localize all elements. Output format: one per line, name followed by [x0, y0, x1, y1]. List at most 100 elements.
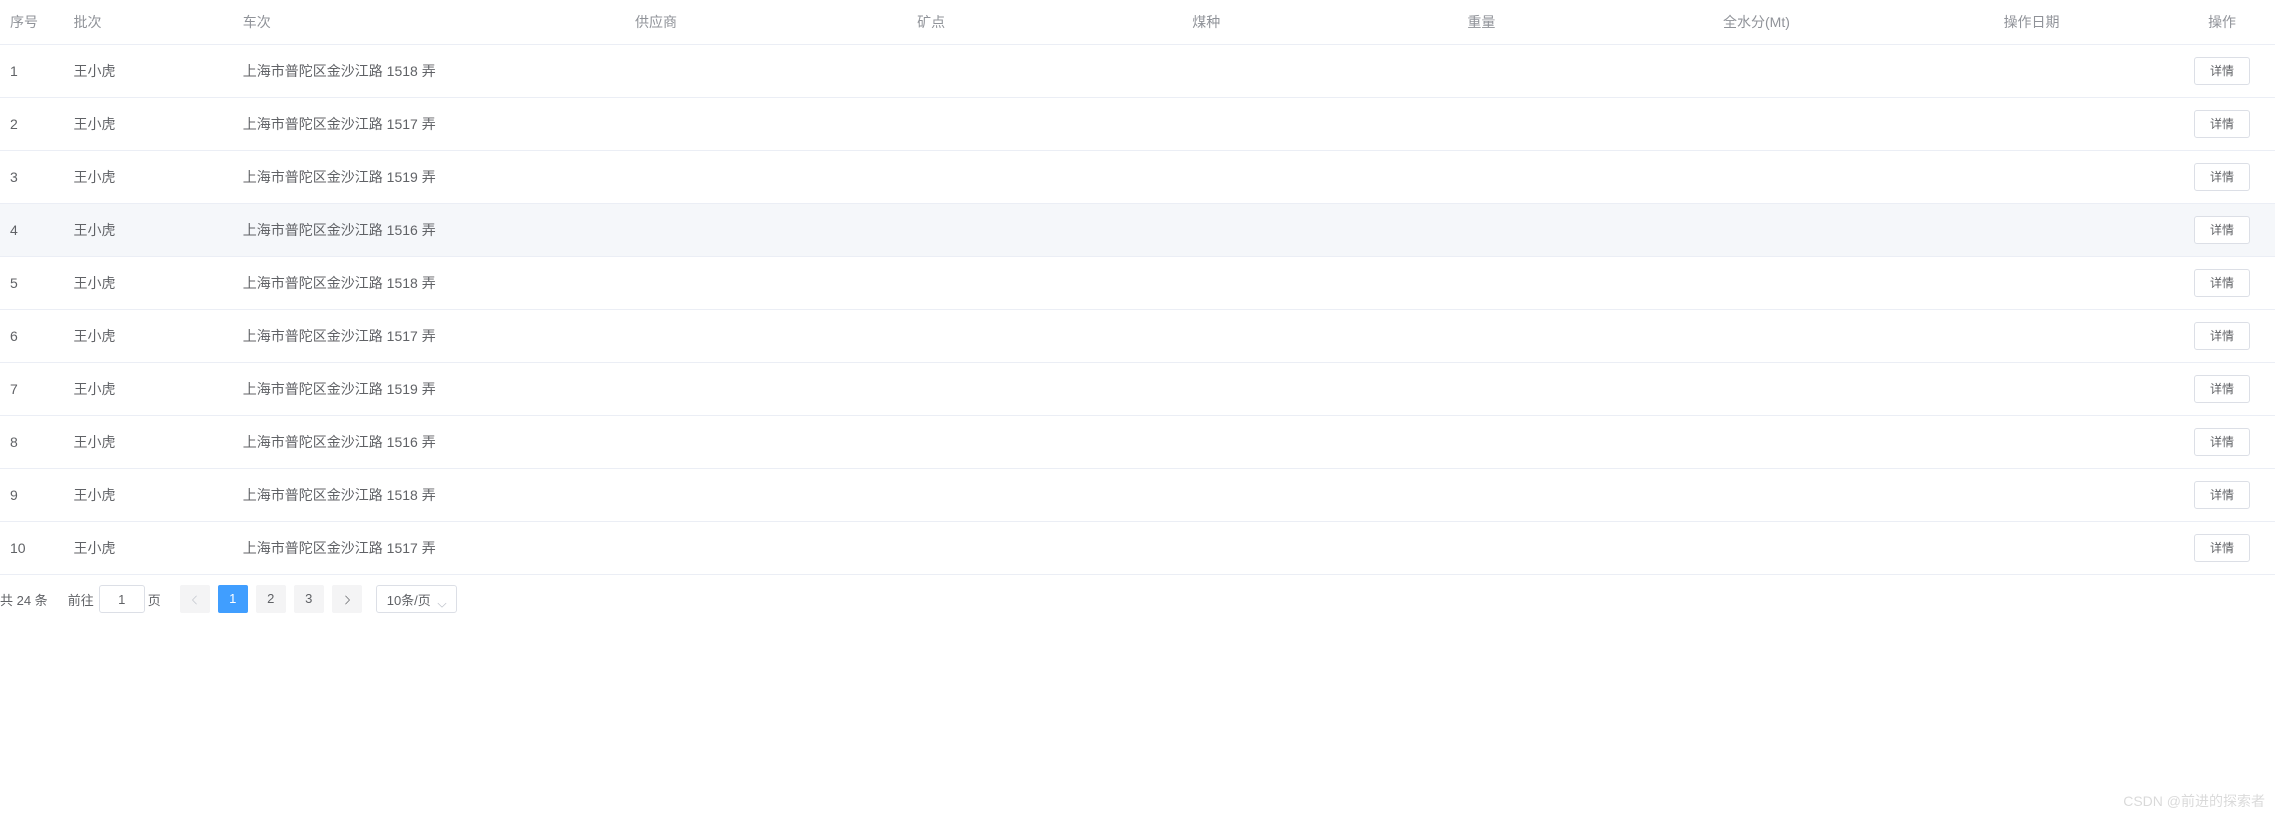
cell-coal [1069, 363, 1344, 416]
pagination-page-2[interactable]: 2 [256, 585, 286, 613]
cell-weight [1344, 416, 1619, 469]
pagination-next-button[interactable] [332, 585, 362, 613]
cell-water [1619, 151, 1894, 204]
table-row[interactable]: 1王小虎上海市普陀区金沙江路 1518 弄 详情 [0, 45, 2275, 98]
pagination-goto-input[interactable] [99, 585, 145, 613]
pagination-prev-button[interactable] [180, 585, 210, 613]
cell-water [1619, 522, 1894, 575]
cell-supplier [518, 363, 793, 416]
pagination-page-1[interactable]: 1 [218, 585, 248, 613]
cell-batch: 王小虎 [63, 45, 232, 98]
cell-water [1619, 416, 1894, 469]
cell-supplier [518, 469, 793, 522]
cell-water [1619, 45, 1894, 98]
cell-water [1619, 363, 1894, 416]
table-row[interactable]: 2王小虎上海市普陀区金沙江路 1517 弄详情 [0, 98, 2275, 151]
cell-trip: 上海市普陀区金沙江路 1516 弄 [233, 416, 519, 469]
cell-coal [1069, 98, 1344, 151]
cell-trip: 上海市普陀区金沙江路 1517 弄 [233, 522, 519, 575]
cell-supplier [518, 310, 793, 363]
cell-water [1619, 257, 1894, 310]
cell-trip: 上海市普陀区金沙江路 1519 弄 [233, 151, 519, 204]
chevron-left-icon [189, 591, 201, 606]
cell-batch: 王小虎 [63, 416, 232, 469]
detail-button[interactable]: 详情 [2194, 375, 2250, 403]
table-row[interactable]: 7王小虎上海市普陀区金沙江路 1519 弄 详情 [0, 363, 2275, 416]
cell-weight [1344, 257, 1619, 310]
cell-index: 4 [0, 204, 63, 257]
table-row[interactable]: 3王小虎上海市普陀区金沙江路 1519 弄详情 [0, 151, 2275, 204]
cell-coal [1069, 469, 1344, 522]
cell-action: 详情 [2169, 98, 2275, 151]
detail-button[interactable]: 详情 [2194, 110, 2250, 138]
cell-action: 详情 [2169, 469, 2275, 522]
detail-button[interactable]: 详情 [2194, 216, 2250, 244]
detail-button[interactable]: 详情 [2194, 481, 2250, 509]
cell-coal [1069, 416, 1344, 469]
detail-button[interactable]: 详情 [2194, 534, 2250, 562]
cell-date [1894, 469, 2169, 522]
cell-date [1894, 310, 2169, 363]
table-row[interactable]: 6王小虎上海市普陀区金沙江路 1517 弄详情 [0, 310, 2275, 363]
cell-trip: 上海市普陀区金沙江路 1519 弄 [233, 363, 519, 416]
table-header: 序号 批次 车次 供应商 矿点 煤种 重量 全水分(Mt) 操作日期 操作 [0, 0, 2275, 45]
cell-weight [1344, 310, 1619, 363]
col-header-index: 序号 [0, 0, 63, 45]
cell-coal [1069, 45, 1344, 98]
page-size-select[interactable]: 10条/页 [376, 585, 457, 613]
table-row[interactable]: 5王小虎上海市普陀区金沙江路 1518 弄详情 [0, 257, 2275, 310]
table-row[interactable]: 10王小虎上海市普陀区金沙江路 1517 弄详情 [0, 522, 2275, 575]
cell-date [1894, 522, 2169, 575]
cell-batch: 王小虎 [63, 363, 232, 416]
cell-batch: 王小虎 [63, 469, 232, 522]
col-header-coal: 煤种 [1069, 0, 1344, 45]
cell-date [1894, 363, 2169, 416]
col-header-water: 全水分(Mt) [1619, 0, 1894, 45]
cell-index: 10 [0, 522, 63, 575]
page-size-label: 10条/页 [387, 590, 431, 609]
cell-weight [1344, 363, 1619, 416]
cell-water [1619, 310, 1894, 363]
cell-water [1619, 469, 1894, 522]
table-row[interactable]: 8王小虎上海市普陀区金沙江路 1516 弄 详情 [0, 416, 2275, 469]
pagination-total: 共 24 条 [0, 590, 48, 609]
pagination-page-3[interactable]: 3 [294, 585, 324, 613]
cell-index: 9 [0, 469, 63, 522]
cell-date [1894, 204, 2169, 257]
cell-batch: 王小虎 [63, 98, 232, 151]
cell-supplier [518, 45, 793, 98]
cell-weight [1344, 204, 1619, 257]
cell-mine [794, 363, 1069, 416]
cell-weight [1344, 151, 1619, 204]
cell-trip: 上海市普陀区金沙江路 1518 弄 [233, 45, 519, 98]
cell-mine [794, 416, 1069, 469]
cell-coal [1069, 522, 1344, 575]
cell-index: 8 [0, 416, 63, 469]
table-row[interactable]: 9王小虎上海市普陀区金沙江路 1518 弄详情 [0, 469, 2275, 522]
cell-action: 详情 [2169, 151, 2275, 204]
cell-action: 详情 [2169, 45, 2275, 98]
col-header-weight: 重量 [1344, 0, 1619, 45]
table-row[interactable]: 4王小虎上海市普陀区金沙江路 1516 弄详情 [0, 204, 2275, 257]
cell-index: 2 [0, 98, 63, 151]
cell-water [1619, 98, 1894, 151]
cell-mine [794, 257, 1069, 310]
detail-button[interactable]: 详情 [2194, 57, 2250, 85]
detail-button[interactable]: 详情 [2194, 163, 2250, 191]
detail-button[interactable]: 详情 [2194, 322, 2250, 350]
cell-supplier [518, 204, 793, 257]
col-header-batch: 批次 [63, 0, 232, 45]
cell-index: 7 [0, 363, 63, 416]
cell-batch: 王小虎 [63, 151, 232, 204]
detail-button[interactable]: 详情 [2194, 269, 2250, 297]
chevron-right-icon [341, 591, 353, 606]
cell-coal [1069, 310, 1344, 363]
detail-button[interactable]: 详情 [2194, 428, 2250, 456]
cell-weight [1344, 522, 1619, 575]
col-header-date: 操作日期 [1894, 0, 2169, 45]
cell-index: 1 [0, 45, 63, 98]
cell-batch: 王小虎 [63, 204, 232, 257]
cell-mine [794, 151, 1069, 204]
cell-date [1894, 257, 2169, 310]
pagination-goto-label: 前往 [68, 590, 94, 609]
